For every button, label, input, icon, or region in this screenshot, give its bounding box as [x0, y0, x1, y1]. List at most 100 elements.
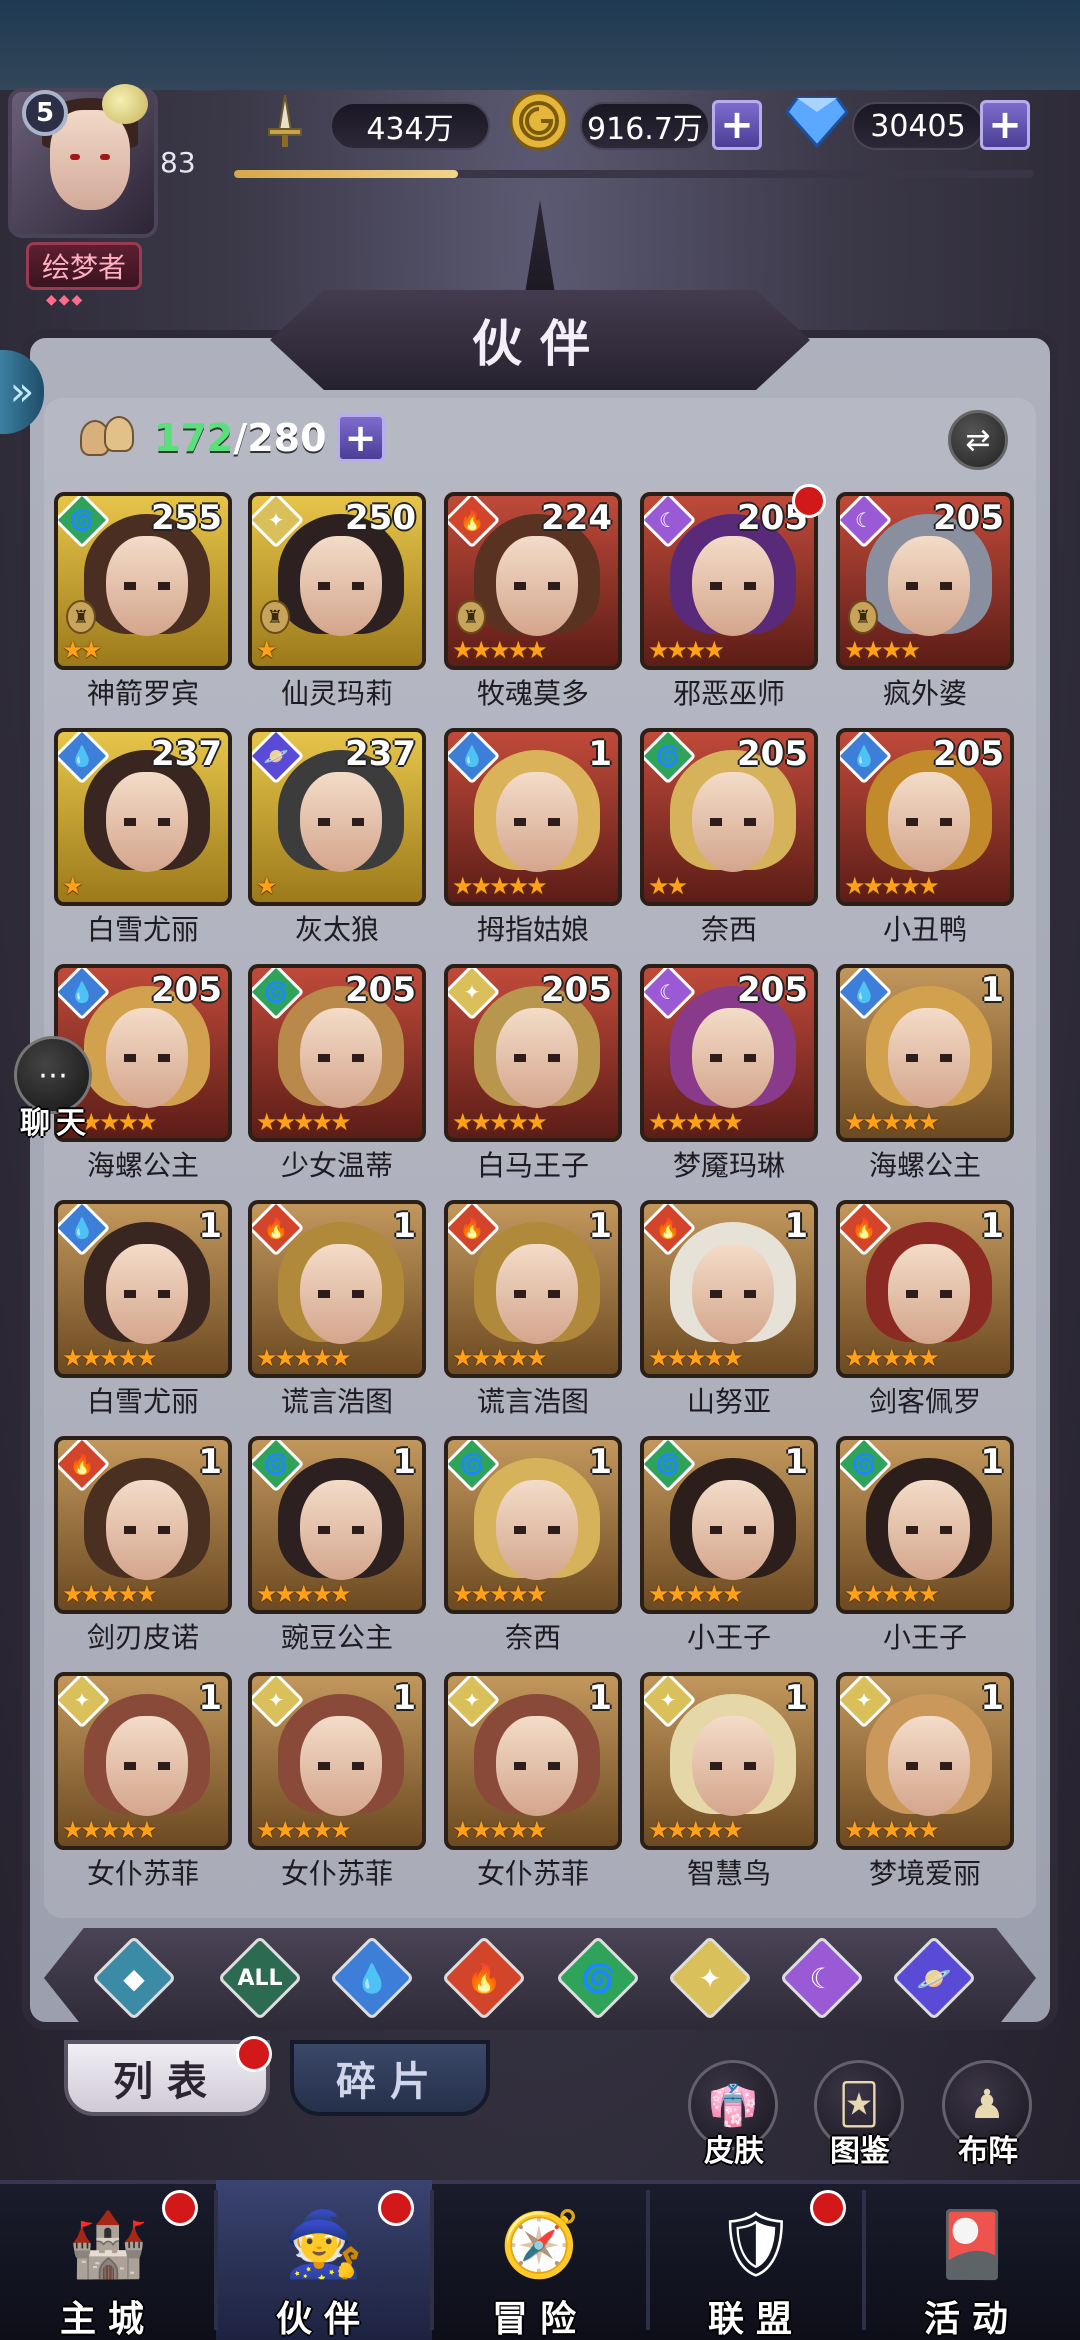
- hero-card[interactable]: 🌀 1 ★★★★★ 小王子: [640, 1436, 818, 1654]
- hero-card[interactable]: 🔥 1 ★★★★★ 剑刃皮诺: [54, 1436, 232, 1654]
- hero-card[interactable]: 🪐 237 ★ 灰太狼: [248, 728, 426, 946]
- sort-swap-button[interactable]: ⇄: [948, 410, 1008, 470]
- add-diamond-button[interactable]: +: [980, 100, 1030, 150]
- hero-card[interactable]: 🔥 224 ♜ ★★★★★ 牧魂莫多: [444, 492, 622, 710]
- hero-card[interactable]: 🌀 1 ★★★★★ 豌豆公主: [248, 1436, 426, 1654]
- chat-button[interactable]: ⋯ 聊天: [6, 1036, 102, 1146]
- hero-card[interactable]: ☾ 205 ★★★★ 邪恶巫师: [640, 484, 826, 710]
- star-icon: ★: [136, 1580, 157, 1608]
- hero-name: 白雪尤丽: [86, 913, 199, 946]
- hero-level: 1: [784, 1206, 808, 1246]
- expand-capacity-button[interactable]: +: [336, 414, 385, 462]
- hero-card[interactable]: 🔥 1 ★★★★★ 山努亚: [640, 1200, 818, 1418]
- hero-portrait: 💧 1 ★★★★★: [444, 728, 622, 906]
- hero-card[interactable]: 🌀 205 ★★★★★ 少女温蒂: [248, 964, 426, 1182]
- gold-coin-icon: [506, 88, 572, 154]
- light-icon: ✦: [73, 1688, 91, 1712]
- hero-card[interactable]: 💧 1 ★★★★★ 拇指姑娘: [444, 728, 622, 946]
- hero-card[interactable]: ✦ 1 ★★★★★ 梦境爱丽: [836, 1672, 1014, 1890]
- hero-card[interactable]: 🌀 255 ♜ ★★ 神箭罗宾: [54, 492, 232, 710]
- hero-eyes: [318, 1526, 364, 1534]
- nav-events[interactable]: 🎴 活动: [864, 2180, 1080, 2340]
- dark-icon: ☾: [855, 508, 873, 532]
- filter-light-button[interactable]: ✦: [667, 1935, 753, 2021]
- hero-name: 女仆苏菲: [86, 1857, 199, 1890]
- hero-card[interactable]: 💧 205 ★★★★★ 小丑鸭: [836, 728, 1014, 946]
- hero-level: 1: [980, 1442, 1004, 1482]
- adventure-icon: 🧭: [500, 2207, 580, 2282]
- filter-dark-button[interactable]: ☾: [779, 1935, 865, 2021]
- fire-icon: 🔥: [459, 508, 485, 532]
- codex-label: 图鉴: [830, 2134, 890, 2169]
- nav-divider: [214, 2190, 218, 2330]
- tab-fragments[interactable]: 碎片: [290, 2040, 490, 2116]
- skin-button[interactable]: 👘 皮肤: [684, 2060, 784, 2170]
- filter-shield-button[interactable]: ◆: [91, 1935, 177, 2021]
- star-icon: ★: [862, 1580, 884, 1608]
- hero-card[interactable]: ✦ 205 ★★★★★ 白马王子: [444, 964, 622, 1182]
- hero-portrait: 🔥 224 ♜ ★★★★★: [444, 492, 622, 670]
- star-icon: ★: [899, 872, 921, 900]
- nature-icon: 🌀: [459, 1452, 485, 1476]
- filter-water-button[interactable]: 💧: [329, 1935, 415, 2021]
- filter-nature-button[interactable]: 🌀: [555, 1935, 641, 2021]
- star-icon: ★: [862, 1344, 884, 1372]
- player-title-badge[interactable]: 绘梦者: [26, 242, 142, 290]
- hero-card[interactable]: 🔥 1 ★★★★★ 谎言浩图: [248, 1200, 426, 1418]
- hero-card[interactable]: 💧 237 ★ 白雪尤丽: [54, 728, 232, 946]
- formation-button[interactable]: ♟ 布阵: [938, 2060, 1038, 2170]
- hero-name: 山努亚: [686, 1385, 771, 1418]
- alliance-icon: 🛡: [715, 2207, 797, 2282]
- filter-dark-icon: ☾: [809, 1961, 835, 1995]
- star-icon: ★: [918, 1344, 939, 1372]
- star-icon: ★: [507, 1344, 529, 1372]
- hero-stars: ★★★★: [844, 636, 921, 664]
- star-icon: ★: [470, 1108, 492, 1136]
- nav-adventure[interactable]: 🧭 冒险: [432, 2180, 648, 2340]
- hero-card[interactable]: 🌀 1 ★★★★★ 小王子: [836, 1436, 1014, 1654]
- hero-name: 小王子: [686, 1621, 771, 1654]
- hero-card[interactable]: 🔥 1 ★★★★★ 剑客佩罗: [836, 1200, 1014, 1418]
- filter-fire-button[interactable]: 🔥: [441, 1935, 527, 2021]
- add-gold-button[interactable]: +: [712, 100, 762, 150]
- hero-stars: ★★★★★: [256, 1580, 352, 1608]
- hero-card[interactable]: 💧 1 ★★★★★ 海螺公主: [836, 964, 1014, 1182]
- hero-card[interactable]: ✦ 1 ★★★★★ 女仆苏菲: [248, 1672, 426, 1890]
- water-icon: 💧: [69, 1216, 95, 1240]
- star-icon: ★: [666, 1580, 688, 1608]
- hero-card[interactable]: 💧 1 ★★★★★ 白雪尤丽: [54, 1200, 232, 1418]
- hero-stars: ★★★★★: [844, 1580, 940, 1608]
- hero-stars: ★★★★★: [844, 872, 940, 900]
- codex-button[interactable]: 🃏 图鉴: [810, 2060, 910, 2170]
- hero-eyes: [906, 1526, 952, 1534]
- star-icon: ★: [136, 1344, 157, 1372]
- star-icon: ★: [470, 636, 492, 664]
- hero-level: 1: [784, 1678, 808, 1718]
- hero-card[interactable]: ✦ 1 ★★★★★ 女仆苏菲: [444, 1672, 622, 1890]
- hero-card[interactable]: 🌀 205 ★★ 奈西: [640, 728, 818, 946]
- nature-icon: 🌀: [69, 508, 95, 532]
- hero-name: 梦境爱丽: [868, 1857, 981, 1890]
- filter-all-button[interactable]: ALL: [217, 1935, 303, 2021]
- page-title: 伙伴: [472, 315, 608, 373]
- hero-card[interactable]: 🔥 1 ★★★★★ 谎言浩图: [444, 1200, 622, 1418]
- fire-icon: 🔥: [263, 1216, 289, 1240]
- nav-divider: [862, 2190, 866, 2330]
- filter-light-icon: ✦: [698, 1961, 722, 1995]
- hero-card[interactable]: ✦ 250 ♜ ★ 仙灵玛莉: [248, 492, 426, 710]
- hero-card[interactable]: ✦ 1 ★★★★★ 智慧鸟: [640, 1672, 818, 1890]
- star-icon: ★: [666, 1108, 688, 1136]
- hero-level: 1: [784, 1442, 808, 1482]
- hero-card[interactable]: ☾ 205 ♜ ★★★★ 疯外婆: [836, 492, 1014, 710]
- filter-cosmic-button[interactable]: 🪐: [891, 1935, 977, 2021]
- star-icon: ★: [452, 1344, 473, 1372]
- hero-card[interactable]: ✦ 1 ★★★★★ 女仆苏菲: [54, 1672, 232, 1890]
- hero-eyes: [710, 1526, 756, 1534]
- star-icon: ★: [293, 1816, 314, 1844]
- hero-name: 剑客佩罗: [868, 1385, 981, 1418]
- hero-card[interactable]: 🌀 1 ★★★★★ 奈西: [444, 1436, 622, 1654]
- hero-portrait: 🔥 1 ★★★★★: [248, 1200, 426, 1378]
- city-icon: 🏰: [68, 2207, 148, 2282]
- hero-card[interactable]: ☾ 205 ★★★★★ 梦魇玛琳: [640, 964, 818, 1182]
- hero-name: 拇指姑娘: [476, 913, 589, 946]
